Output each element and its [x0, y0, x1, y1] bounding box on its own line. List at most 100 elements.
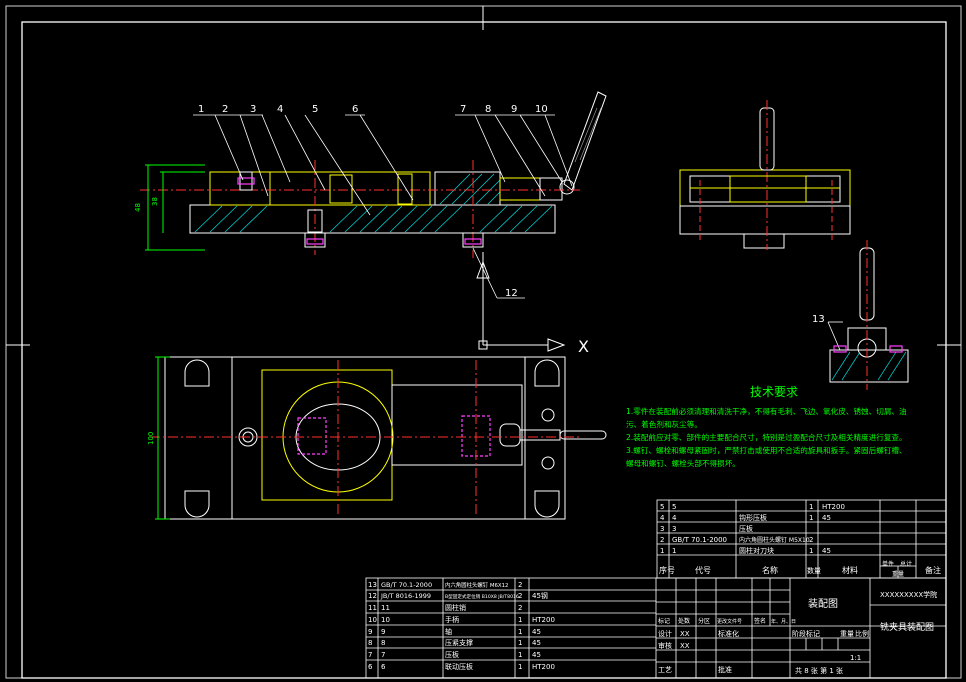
balloon-5: 5	[312, 104, 318, 115]
bom-header-weight: 重量	[892, 570, 904, 578]
bom-u-r2-no: 4	[660, 514, 665, 522]
bom-header-total: 总计	[900, 560, 912, 568]
tb-scale-label: 比例	[855, 629, 869, 638]
bom-l-r12-code: JB/T 8016-1999	[380, 592, 431, 600]
bom-l-r13-qty: 2	[518, 581, 522, 589]
bom-l-r10-mat: HT200	[532, 616, 555, 624]
tech-line-3: 2.装配前应对零、部件的主要配合尺寸，特别是过盈配合尺寸及相关精度进行复查。	[626, 432, 907, 442]
sheet-frame	[21, 21, 947, 679]
balloon-3: 3	[250, 104, 256, 115]
balloon-8: 8	[485, 104, 491, 115]
bom-l-r12-qty: 2	[518, 592, 522, 600]
tb-count-label: 处数	[678, 617, 690, 625]
balloon-6: 6	[352, 104, 358, 115]
bom-u-r1-no: 5	[660, 503, 664, 511]
balloon-1: 1	[198, 104, 204, 115]
balloon-9: 9	[511, 104, 517, 115]
bom-header-single: 单件	[882, 560, 894, 568]
tb-mark-label: 标记	[658, 617, 670, 625]
dim-height-inner: 38	[151, 197, 159, 206]
bom-l-r6-mat: HT200	[532, 663, 555, 671]
bom-u-r3-no: 3	[660, 525, 664, 533]
tb-zone-label: 分区	[698, 617, 710, 625]
school-name: XXXXXXXXX学院	[880, 590, 937, 599]
dim-width-plan: 100	[147, 432, 155, 445]
balloon-10: 10	[535, 104, 548, 115]
bom-lower-text: 13 GB/T 70.1-2000 内六角圆柱头螺钉 M6X12 2 12 JB…	[368, 581, 555, 671]
bom-u-r2-mat: 45	[822, 514, 831, 522]
bom-u-r4-name: 内六角圆柱头螺钉 M5X10	[739, 536, 810, 544]
tech-line-4: 3.螺钉、螺栓和螺母紧固时，严禁打击或使用不合适的旋具和扳手。紧固后螺钉槽、	[626, 445, 907, 455]
bom-l-r11-qty: 2	[518, 604, 522, 612]
tb-designer-name: XX	[680, 630, 690, 638]
sheet-count: 共 8 张 第 1 张	[795, 666, 843, 675]
bom-u-r3-name: 压板	[739, 524, 753, 533]
balloon-13: 13	[812, 314, 825, 325]
bom-l-r9-qty: 1	[518, 628, 522, 636]
bom-l-r9-code: 9	[381, 628, 385, 636]
bom-u-r5-qty: 1	[809, 547, 813, 555]
bom-l-r7-qty: 1	[518, 651, 522, 659]
tech-line-1: 1.零件在装配前必须清理和清洗干净，不得有毛刺、飞边、氧化皮、锈蚀、切屑、油	[626, 406, 907, 416]
bom-l-r8-code: 8	[381, 639, 385, 647]
bom-header-code: 代号	[695, 565, 711, 575]
plan-view: 100	[147, 356, 607, 520]
bom-l-r11-no: 11	[368, 604, 377, 612]
tb-change-label: 更改文件号	[717, 618, 742, 625]
bom-l-r7-mat: 45	[532, 651, 541, 659]
bom-u-r4-no: 2	[660, 536, 664, 544]
bom-l-r10-qty: 1	[518, 616, 522, 624]
bom-l-r9-name: 轴	[445, 627, 452, 636]
bom-u-r5-name: 圆柱对刀块	[739, 546, 774, 555]
tb-stage-label: 阶段标记	[792, 629, 820, 638]
tech-requirements: 技术要求 1.零件在装配前必须清理和清洗干净，不得有毛刺、飞边、氧化皮、锈蚀、切…	[626, 385, 907, 468]
tb-approve-label: 批准	[718, 665, 732, 674]
bom-l-r6-code: 6	[381, 663, 386, 671]
bom-u-r5-code: 1	[672, 547, 676, 555]
detail-view	[829, 240, 909, 390]
bom-l-r7-no: 7	[368, 651, 372, 659]
bom-u-r5-no: 1	[660, 547, 664, 555]
bom-l-r9-mat: 45	[532, 628, 541, 636]
bom-header-qty: 数量	[807, 566, 821, 575]
tech-line-5: 螺母和螺钉、螺栓头部不得损坏。	[626, 458, 740, 468]
bom-l-r8-name: 压紧支撑	[445, 638, 473, 647]
bom-u-r5-mat: 45	[822, 547, 831, 555]
bom-u-r4-qty: 2	[809, 536, 813, 544]
bom-l-r8-qty: 1	[518, 639, 522, 647]
bom-header-note: 备注	[925, 565, 941, 575]
view-direction-marker: X	[476, 252, 589, 356]
bom-u-r2-qty: 1	[809, 514, 813, 522]
tb-date-label: 年、月、日	[771, 618, 796, 625]
bom-l-r9-no: 9	[368, 628, 372, 636]
balloon-7: 7	[460, 104, 466, 115]
bom-u-r3-code: 3	[672, 525, 676, 533]
part-name: 铣夹具装配图	[880, 621, 934, 633]
balloon-2: 2	[222, 104, 228, 115]
tb-process-label: 工艺	[658, 666, 672, 674]
bom-l-r13-code: GB/T 70.1-2000	[381, 581, 432, 589]
tech-title: 技术要求	[750, 385, 798, 399]
tb-standard-label: 标准化	[718, 629, 739, 638]
bom-l-r8-mat: 45	[532, 639, 541, 647]
balloon-12: 12	[505, 288, 518, 299]
bom-header-name: 名称	[762, 565, 778, 575]
tb-reviewer-name: XX	[680, 642, 690, 650]
bom-l-r10-no: 10	[368, 616, 377, 624]
bom-upper-text: 5 5 1 HT200 4 4 钩形压板 1 45 3 3 压板 2 GB/T …	[659, 503, 941, 578]
front-dimensions: 48 38	[134, 164, 205, 251]
bom-u-r1-code: 5	[672, 503, 676, 511]
tb-designer-label: 设计	[658, 629, 672, 638]
axis-x-label: X	[578, 337, 589, 356]
bom-u-r4-code: GB/T 70.1-2000	[672, 536, 727, 544]
bom-l-r7-code: 7	[381, 651, 385, 659]
bom-l-r10-name: 手柄	[445, 615, 459, 624]
tb-reviewer-label: 审核	[658, 641, 672, 650]
bom-l-r6-name: 联动压板	[445, 662, 473, 671]
bom-l-r12-no: 12	[368, 592, 377, 600]
bom-l-r10-code: 10	[381, 616, 390, 624]
balloon-labels: 1 2 3 4 5 6 7 8 9 10 12 13	[198, 104, 825, 325]
bom-l-r13-no: 13	[368, 581, 377, 589]
bom-l-r6-qty: 1	[518, 663, 522, 671]
bom-l-r11-code: 11	[381, 604, 390, 612]
